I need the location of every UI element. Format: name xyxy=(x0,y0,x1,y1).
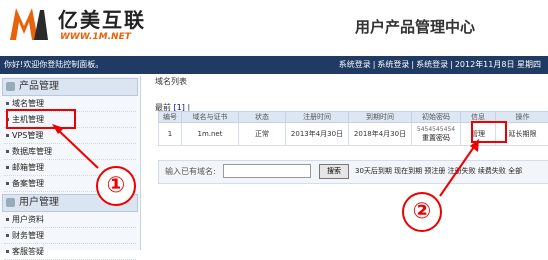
marker-2: ② xyxy=(402,192,442,232)
arrow-1 xyxy=(0,0,548,250)
marker-1: ① xyxy=(96,166,136,206)
